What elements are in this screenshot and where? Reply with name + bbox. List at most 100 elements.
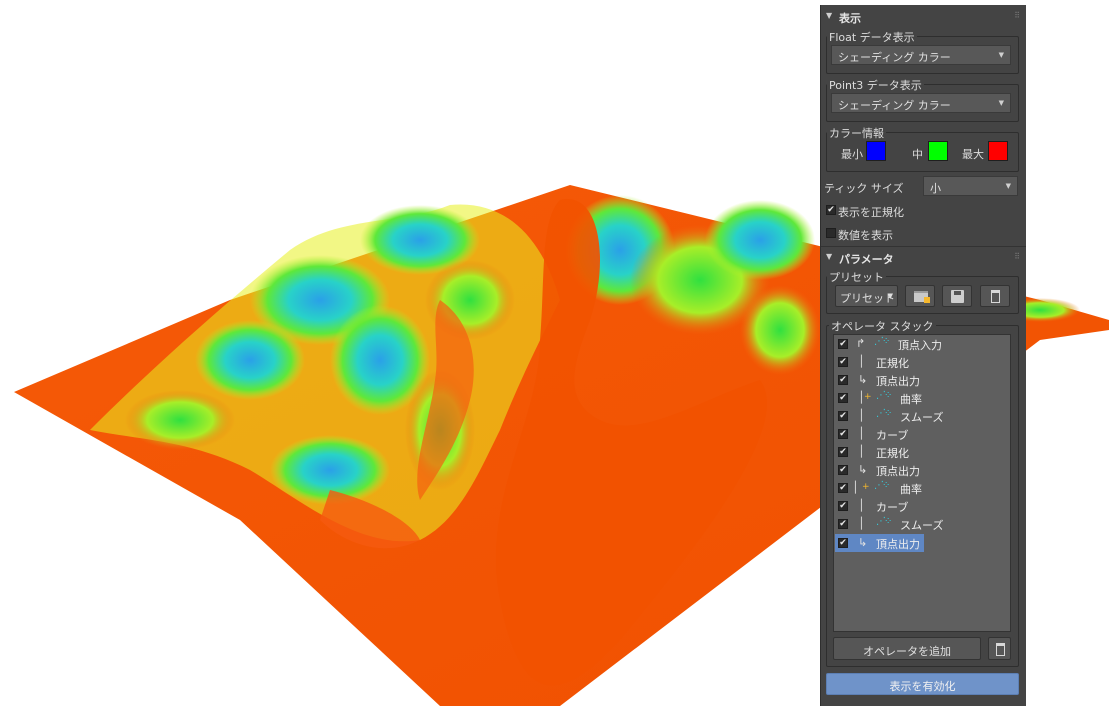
group-label: カラー情報 bbox=[827, 125, 886, 141]
save-preset-button[interactable] bbox=[942, 285, 972, 307]
operator-enable-checkbox[interactable]: ✔ bbox=[838, 429, 848, 439]
operator-row[interactable]: ✔ │ + ⋰⁘ 曲率 bbox=[834, 389, 1010, 407]
operator-label: カーブ bbox=[876, 501, 909, 514]
dropdown-arrow-icon: ▼ bbox=[998, 51, 1004, 59]
operator-row[interactable]: ✔ │ 正規化 bbox=[834, 443, 1010, 461]
operator-enable-checkbox[interactable]: ✔ bbox=[838, 411, 848, 421]
operator-row[interactable]: ✔ │ ⋰⁘ スムーズ bbox=[834, 407, 1010, 425]
mid-color-label: 中 bbox=[912, 148, 923, 161]
operator-label: スムーズ bbox=[900, 519, 944, 532]
group-label: Point3 データ表示 bbox=[827, 77, 924, 93]
operator-row[interactable]: ✔ │ カーブ bbox=[834, 425, 1010, 443]
operator-row[interactable]: ✔ │ ⋰⁘ スムーズ bbox=[834, 515, 1010, 533]
operator-label: 曲率 bbox=[900, 393, 922, 406]
operator-enable-checkbox[interactable]: ✔ bbox=[838, 393, 848, 403]
normalize-display-checkbox[interactable]: ✔ bbox=[826, 205, 836, 215]
stack-line-icon: │ bbox=[858, 517, 865, 530]
normalize-display-label: 表示を正規化 bbox=[838, 206, 904, 219]
add-operator-button[interactable]: オペレータを追加 bbox=[833, 637, 981, 660]
group-label: Float データ表示 bbox=[827, 29, 917, 45]
show-values-checkbox[interactable] bbox=[826, 228, 836, 238]
operator-enable-checkbox[interactable]: ✔ bbox=[838, 375, 848, 385]
stack-line-icon: │ bbox=[858, 427, 865, 440]
collapse-triangle-icon: ▼ bbox=[826, 252, 833, 261]
enable-display-button[interactable]: 表示を有効化 bbox=[826, 673, 1019, 695]
terrain-patch bbox=[740, 285, 820, 375]
operator-row[interactable]: ✔ ↳ 頂点出力 bbox=[834, 461, 1010, 479]
trash-icon bbox=[996, 643, 1005, 656]
operator-enable-checkbox[interactable]: ✔ bbox=[838, 447, 848, 457]
grip-icon: ⠿ bbox=[1014, 11, 1020, 20]
load-preset-button[interactable] bbox=[905, 285, 935, 307]
operator-stack-list[interactable]: ✔ ↱ ⋰⁘ 頂点入力 ✔ │ 正規化 ✔ ↳ 頂点出力 ✔ │ + ⋰⁘ 曲率… bbox=[833, 334, 1011, 632]
stack-line-icon: │ bbox=[858, 355, 865, 368]
operator-label: 正規化 bbox=[876, 357, 909, 370]
rollout-title: パラメータ bbox=[839, 253, 894, 266]
button-label: 表示を有効化 bbox=[889, 680, 956, 693]
operator-label: 曲率 bbox=[900, 483, 922, 496]
operator-row-selected[interactable]: ✔ ↳ 頂点出力 bbox=[834, 534, 1010, 552]
rollout-parameters-header[interactable]: ▼ パラメータ ⠿ bbox=[821, 249, 1027, 267]
operator-row[interactable]: ✔ │ + ⋰⁘ 曲率 bbox=[834, 479, 1010, 497]
operator-row[interactable]: ✔ ↳ 頂点出力 bbox=[834, 371, 1010, 389]
mid-color-swatch[interactable] bbox=[928, 141, 948, 161]
operator-enable-checkbox[interactable]: ✔ bbox=[838, 357, 848, 367]
operator-enable-checkbox[interactable]: ✔ bbox=[838, 465, 848, 475]
terrain-patch bbox=[705, 200, 815, 280]
operator-label: 正規化 bbox=[876, 447, 909, 460]
plus-icon: + bbox=[864, 392, 872, 402]
max-color-swatch[interactable] bbox=[988, 141, 1008, 161]
min-color-swatch[interactable] bbox=[866, 141, 886, 161]
output-arrow-icon: ↳ bbox=[858, 536, 868, 549]
button-label: オペレータを追加 bbox=[863, 645, 951, 658]
save-icon bbox=[951, 290, 964, 303]
vertex-points-icon: ⋰⁘ bbox=[874, 336, 890, 347]
dropdown-value: シェーディング カラー bbox=[838, 99, 951, 112]
delete-operator-button[interactable] bbox=[988, 637, 1011, 660]
operator-enable-checkbox[interactable]: ✔ bbox=[838, 483, 848, 493]
vertex-points-icon: ⋰⁘ bbox=[876, 408, 892, 419]
dropdown-value: シェーディング カラー bbox=[838, 51, 951, 64]
operator-row[interactable]: ✔ ↱ ⋰⁘ 頂点入力 bbox=[834, 335, 1010, 353]
operator-row[interactable]: ✔ │ 正規化 bbox=[834, 353, 1010, 371]
operator-label: 頂点出力 bbox=[876, 538, 920, 551]
output-arrow-icon: ↳ bbox=[858, 373, 868, 386]
max-color-label: 最大 bbox=[962, 148, 984, 161]
collapse-triangle-icon: ▼ bbox=[826, 11, 833, 20]
group-label: オペレータ スタック bbox=[829, 318, 936, 334]
group-label: プリセット bbox=[827, 269, 886, 285]
min-color-label: 最小 bbox=[841, 148, 863, 161]
operator-label: 頂点出力 bbox=[876, 375, 920, 388]
stack-line-icon: │ bbox=[858, 445, 865, 458]
grip-icon: ⠿ bbox=[1014, 252, 1020, 261]
operator-label: カーブ bbox=[876, 429, 909, 442]
operator-enable-checkbox[interactable]: ✔ bbox=[838, 339, 848, 349]
tick-size-dropdown[interactable]: 小 ▼ bbox=[923, 176, 1018, 196]
rollout-divider bbox=[821, 246, 1026, 247]
show-values-label: 数値を表示 bbox=[838, 229, 893, 242]
rollout-display-header[interactable]: ▼ 表示 ⠿ bbox=[821, 8, 1027, 26]
vertex-points-icon: ⋰⁘ bbox=[874, 480, 890, 491]
operator-label: 頂点入力 bbox=[898, 339, 942, 352]
stack-line-icon: │ bbox=[858, 409, 865, 422]
plus-icon: + bbox=[862, 482, 870, 492]
delete-preset-button[interactable] bbox=[980, 285, 1010, 307]
stack-line-icon: │ bbox=[858, 499, 865, 512]
dropdown-value: 小 bbox=[930, 182, 941, 195]
vertex-points-icon: ⋰⁘ bbox=[876, 516, 892, 527]
float-display-dropdown[interactable]: シェーディング カラー ▼ bbox=[831, 45, 1011, 65]
vertex-points-icon: ⋰⁘ bbox=[876, 390, 892, 401]
preset-dropdown-button[interactable]: プリセット ▼ bbox=[835, 285, 898, 307]
stack-line-icon: │ bbox=[852, 481, 859, 494]
operator-enable-checkbox[interactable]: ✔ bbox=[838, 501, 848, 511]
operator-enable-checkbox[interactable]: ✔ bbox=[838, 538, 848, 548]
terrain-patch bbox=[125, 390, 235, 450]
dropdown-arrow-icon: ▼ bbox=[998, 99, 1004, 107]
dropdown-arrow-icon: ▼ bbox=[1005, 182, 1011, 190]
point3-display-dropdown[interactable]: シェーディング カラー ▼ bbox=[831, 93, 1011, 113]
folder-badge-icon bbox=[924, 297, 930, 303]
rollout-title: 表示 bbox=[839, 12, 861, 25]
input-arrow-icon: ↱ bbox=[856, 337, 866, 350]
operator-enable-checkbox[interactable]: ✔ bbox=[838, 519, 848, 529]
operator-row[interactable]: ✔ │ カーブ bbox=[834, 497, 1010, 515]
